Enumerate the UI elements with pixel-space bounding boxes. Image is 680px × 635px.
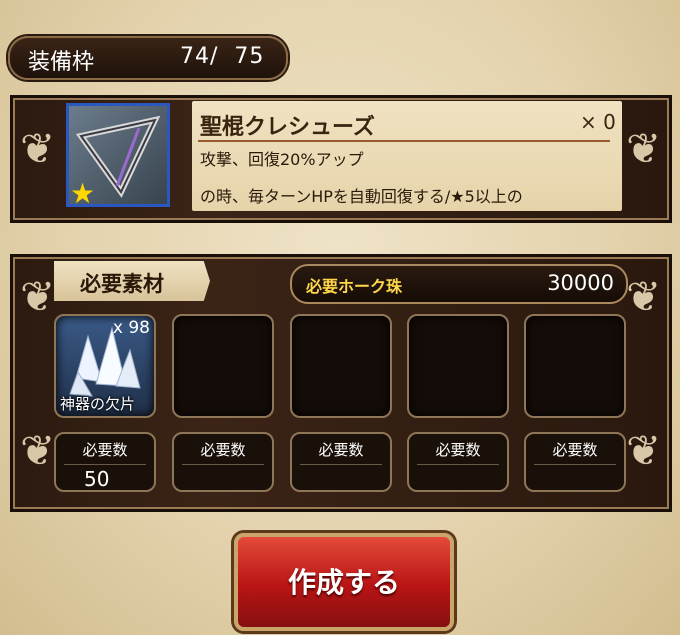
item-name: 聖棍クレシューズ xyxy=(200,115,375,140)
required-count-box-1: 必要数 50 xyxy=(54,432,156,492)
divider xyxy=(64,464,146,465)
required-count-label: 必要数 xyxy=(318,441,364,459)
material-slot-2[interactable] xyxy=(172,314,274,418)
ornament-icon: ❦ xyxy=(626,426,662,475)
star-icon: ★ xyxy=(70,177,96,210)
required-count-label: 必要数 xyxy=(200,441,246,459)
required-currency-pill: 必要ホーク珠 30000 xyxy=(290,264,628,304)
material-slot-4[interactable] xyxy=(407,314,509,418)
section-title-label: 必要素材 xyxy=(80,272,164,296)
divider xyxy=(534,464,616,465)
material-slot-3[interactable] xyxy=(290,314,392,418)
divider xyxy=(198,140,610,142)
required-count-box-2: 必要数 xyxy=(172,432,274,492)
item-effect-line-1: 攻撃、回復20%アップ xyxy=(200,150,364,169)
ornament-icon: ❦ xyxy=(626,272,662,321)
required-count-box-4: 必要数 xyxy=(407,432,509,492)
required-count-label: 必要数 xyxy=(552,441,598,459)
ornament-icon: ❦ xyxy=(20,426,56,475)
ornament-icon: ❦ xyxy=(626,124,662,173)
required-count-box-5: 必要数 xyxy=(524,432,626,492)
divider xyxy=(300,464,382,465)
material-slot-1[interactable]: x 98 神器の欠片 xyxy=(54,314,156,418)
currency-value: 30000 xyxy=(547,271,614,295)
item-effect-line-2: の時、毎ターンHPを自動回復する/★5以上の xyxy=(200,187,523,206)
create-button[interactable]: 作成する xyxy=(234,533,454,631)
required-count-box-3: 必要数 xyxy=(290,432,392,492)
capacity-count: 74/ 75 xyxy=(180,44,265,69)
required-count-label: 必要数 xyxy=(82,441,128,459)
item-owned-quantity: × 0 xyxy=(580,110,616,134)
equipment-capacity-bar: 装備枠 74/ 75 xyxy=(8,36,288,80)
required-materials-title: 必要素材 xyxy=(54,261,210,301)
divider xyxy=(182,464,264,465)
material-owned-count: x 98 xyxy=(112,318,150,338)
required-count-label: 必要数 xyxy=(435,441,481,459)
material-slot-5[interactable] xyxy=(524,314,626,418)
currency-label: 必要ホーク珠 xyxy=(306,277,403,296)
material-name: 神器の欠片 xyxy=(60,395,136,413)
ornament-icon: ❦ xyxy=(20,124,56,173)
create-button-label: 作成する xyxy=(287,566,400,599)
required-count-value: 50 xyxy=(84,467,110,491)
divider xyxy=(417,464,499,465)
capacity-label: 装備枠 xyxy=(28,50,95,75)
ornament-icon: ❦ xyxy=(20,272,56,321)
